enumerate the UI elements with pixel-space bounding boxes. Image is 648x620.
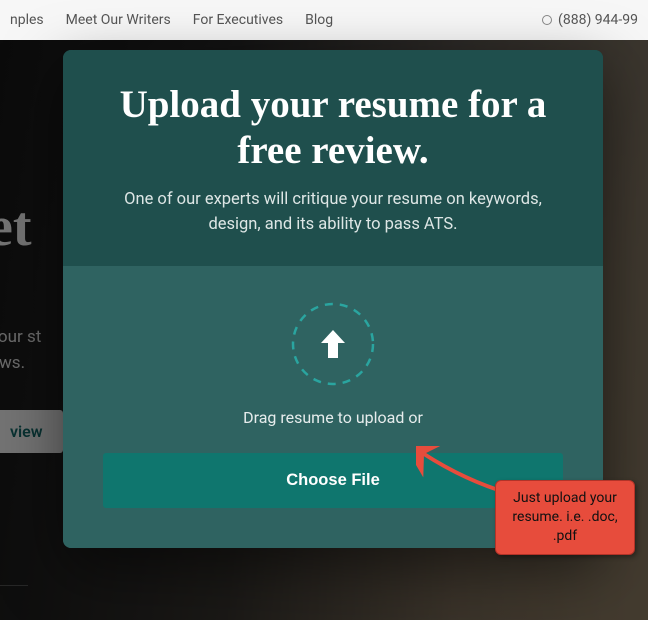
nav-link-blog[interactable]: Blog [305,12,333,28]
top-nav-links: nples Meet Our Writers For Executives Bl… [10,12,333,28]
phone-text: (888) 944-99 [558,12,638,28]
nav-link-writers[interactable]: Meet Our Writers [66,12,171,28]
upload-modal: Upload your resume for a free review. On… [63,50,603,548]
annotation-text: Just upload your resume. i.e. .doc, .pdf [512,490,617,544]
upload-instruction: Drag resume to upload or [103,408,563,427]
modal-subtitle: One of our experts will critique your re… [103,188,563,238]
upload-dropzone[interactable] [291,302,375,386]
dashed-circle-icon [291,302,375,386]
nav-link-executives[interactable]: For Executives [193,12,283,28]
annotation-callout: Just upload your resume. i.e. .doc, .pdf [495,480,635,555]
choose-file-button[interactable]: Choose File [103,453,563,508]
top-nav-bar: nples Meet Our Writers For Executives Bl… [0,0,648,40]
nav-link-samples[interactable]: nples [10,12,44,28]
modal-title: Upload your resume for a free review. [103,82,563,174]
modal-header: Upload your resume for a free review. On… [63,50,603,266]
phone-icon [542,15,552,25]
phone-number[interactable]: (888) 944-99 [542,12,638,28]
